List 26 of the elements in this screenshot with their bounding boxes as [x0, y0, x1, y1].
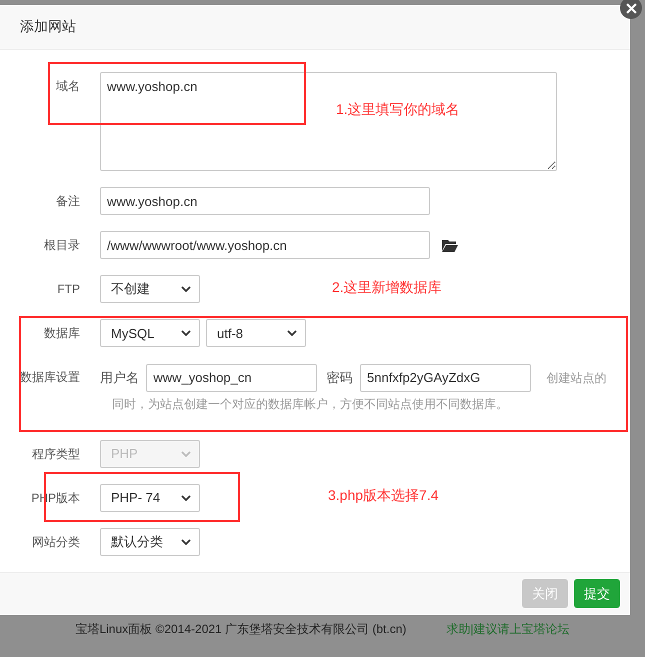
dialog-title: 添加网站: [20, 18, 76, 36]
path-field[interactable]: /www/wwwroot/www.yoshop.cn: [100, 231, 430, 259]
dropdown[interactable]: MySQL: [100, 319, 200, 347]
field-label: 密码: [326, 370, 353, 385]
text-field[interactable]: www.yoshop.cn: [100, 187, 430, 215]
field-label: 根目录: [43, 237, 81, 254]
username-field[interactable]: www_yoshop_cn: [146, 364, 318, 392]
field-label: FTP: [56, 281, 81, 298]
dropdown[interactable]: utf-8: [206, 319, 306, 347]
copyright-text: 宝塔Linux面板 ©2014-2021 广东堡塔安全技术有限公司 (bt.cn): [75, 620, 406, 638]
field-label: 备注: [55, 193, 81, 210]
password-field[interactable]: 5nnfxfp2yGAyZdxG: [360, 364, 532, 392]
dropdown[interactable]: 不创建: [100, 275, 200, 303]
hint-text: 创建站点的: [546, 370, 606, 385]
dropdown[interactable]: 默认分类: [100, 528, 200, 556]
annotation-text: 3.php版本选择7.4: [328, 487, 438, 505]
dropdown[interactable]: PHP- 74: [100, 484, 200, 512]
field-label: 网站分类: [31, 534, 81, 551]
field-label: 域名: [55, 78, 81, 95]
field-label: 用户名: [100, 370, 139, 385]
annotation-text: 2.这里新增数据库: [332, 279, 442, 297]
field-label: 程序类型: [31, 446, 81, 463]
hint-text: 同时，为站点创建一个对应的数据库帐户，方便不同站点使用不同数据库。: [112, 396, 508, 411]
field-label: 数据库: [43, 325, 81, 342]
field-label: 数据库设置: [19, 369, 81, 386]
annotation-text: 1.这里填写你的域名: [336, 101, 460, 119]
